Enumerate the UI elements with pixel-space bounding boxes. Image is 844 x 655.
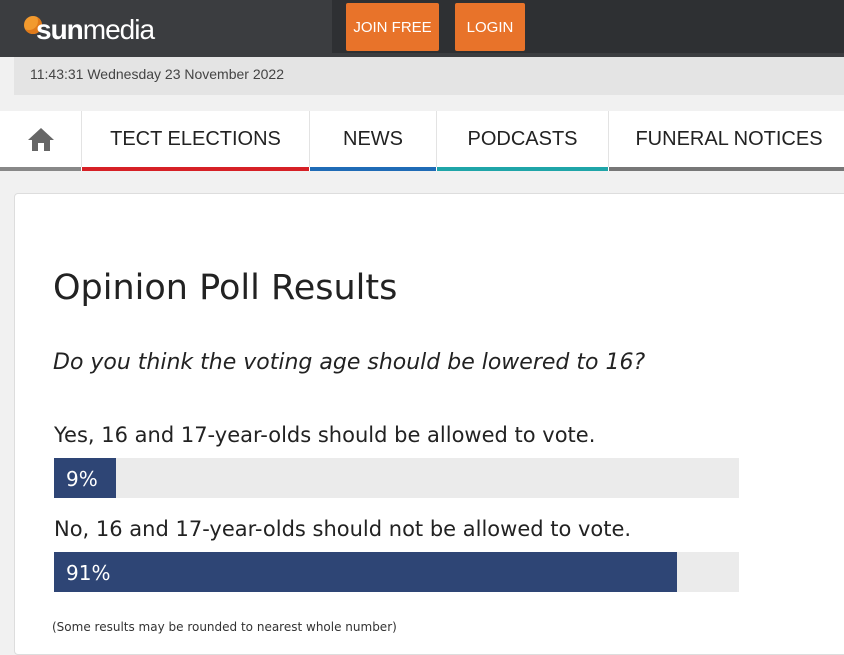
- poll-result-percent: 9%: [66, 467, 98, 491]
- poll-result-percent: 91%: [66, 561, 111, 585]
- home-icon: [27, 128, 54, 151]
- nav-item-news[interactable]: NEWS: [310, 111, 436, 171]
- sunmedia-logo[interactable]: sun media: [24, 14, 155, 45]
- nav-item-podcasts[interactable]: PODCASTS: [437, 111, 608, 171]
- top-header: sun media JOIN FREE LOGIN: [0, 0, 844, 57]
- poll-option-label: No, 16 and 17-year-olds should not be al…: [54, 517, 632, 541]
- join-free-button[interactable]: JOIN FREE: [346, 3, 439, 51]
- nav-item-funeral-notices[interactable]: FUNERAL NOTICES: [609, 111, 844, 171]
- main-nav: TECT ELECTIONS NEWS PODCASTS FUNERAL NOT…: [0, 111, 844, 171]
- login-button[interactable]: LOGIN: [455, 3, 525, 51]
- nav-home[interactable]: [0, 111, 81, 171]
- poll-question: Do you think the voting age should be lo…: [53, 350, 646, 375]
- poll-result-bar-track: 91%: [54, 552, 739, 592]
- rounding-footnote: (Some results may be rounded to nearest …: [52, 620, 397, 634]
- poll-option-label: Yes, 16 and 17-year-olds should be allow…: [54, 423, 596, 447]
- page-title: Opinion Poll Results: [53, 268, 398, 308]
- logo-text-media: media: [82, 14, 155, 45]
- nav-item-tect-elections[interactable]: TECT ELECTIONS: [82, 111, 309, 171]
- poll-result-bar: 9%: [54, 458, 116, 498]
- poll-result-bar: 91%: [54, 552, 678, 592]
- poll-result-bar-track: 9%: [54, 458, 739, 498]
- current-datetime: 11:43:31 Wednesday 23 November 2022: [30, 66, 284, 82]
- date-bar: 11:43:31 Wednesday 23 November 2022: [14, 57, 844, 95]
- logo-text-sun: sun: [36, 14, 84, 45]
